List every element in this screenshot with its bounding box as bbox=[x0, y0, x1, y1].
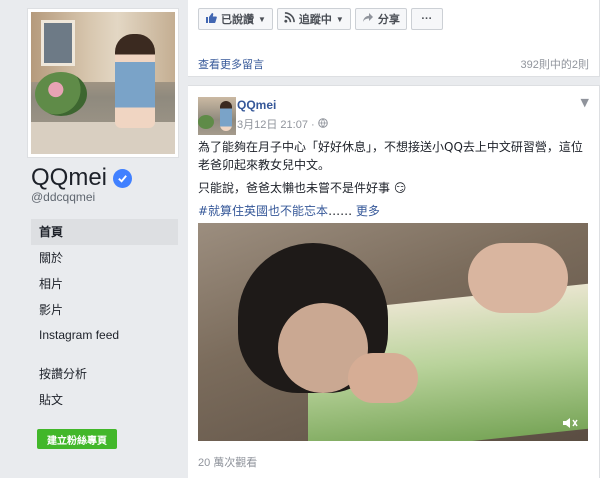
rss-icon bbox=[284, 12, 295, 26]
profile-photo bbox=[31, 12, 175, 154]
share-button-label: 分享 bbox=[377, 14, 400, 26]
share-arrow-icon bbox=[362, 12, 374, 26]
profile-picture[interactable] bbox=[27, 8, 179, 158]
author-avatar[interactable] bbox=[198, 97, 236, 135]
chevron-down-icon: ▼ bbox=[258, 14, 266, 24]
post-timestamp[interactable]: 3月12日 21:07 · bbox=[237, 116, 328, 132]
post-card: QQmei 3月12日 21:07 · ▼ 為了能夠在月子中心「好好休息」，不想… bbox=[188, 85, 600, 478]
thumbs-up-icon bbox=[205, 12, 217, 27]
nav-item-like-analytics[interactable]: 按讚分析 bbox=[31, 361, 178, 387]
video-view-count: 20 萬次觀看 bbox=[198, 457, 258, 469]
page-name-text[interactable]: QQmei bbox=[31, 164, 107, 192]
nav-item-home[interactable]: 首頁 bbox=[31, 219, 178, 245]
post-body: 為了能夠在月子中心「好好休息」，不想接送小QQ去上中文研習營，這位老爸卯起來教女… bbox=[198, 138, 593, 225]
sidebar-nav: 首頁 關於 相片 影片 Instagram feed 按讚分析 貼文 bbox=[31, 219, 178, 413]
see-more-link[interactable]: 更多 bbox=[356, 204, 380, 218]
share-button[interactable]: 分享 bbox=[354, 8, 407, 30]
comment-count: 392則中的2則 bbox=[520, 59, 589, 71]
globe-icon bbox=[317, 117, 328, 131]
nav-item-about[interactable]: 關於 bbox=[31, 245, 178, 271]
volume-muted-icon[interactable] bbox=[562, 415, 578, 429]
page-name[interactable]: QQmei bbox=[31, 164, 133, 192]
like-button[interactable]: 已說讚 ▼ bbox=[198, 8, 273, 30]
follow-button[interactable]: 追蹤中 ▼ bbox=[276, 8, 351, 30]
chevron-down-icon: ▼ bbox=[335, 14, 344, 24]
post-author-name[interactable]: QQmei bbox=[237, 98, 276, 112]
follow-button-label: 追蹤中 bbox=[298, 14, 332, 26]
page-username: @ddcqqmei bbox=[31, 190, 96, 204]
more-dots-icon: ··· bbox=[421, 13, 433, 25]
nav-item-photos[interactable]: 相片 bbox=[31, 271, 178, 297]
verified-badge-icon bbox=[113, 168, 133, 188]
post-text-paragraph-2: 只能說，爸爸太懶也未嘗不是件好事 😏 bbox=[198, 181, 407, 195]
nav-item-instagram-feed[interactable]: Instagram feed bbox=[31, 323, 178, 361]
left-column: QQmei @ddcqqmei 首頁 關於 相片 影片 Instagram fe… bbox=[0, 0, 188, 478]
post-options-chevron-icon[interactable]: ▼ bbox=[581, 96, 589, 109]
post-hashtag[interactable]: #就算住英國也不能忘本 bbox=[198, 204, 328, 218]
create-page-button[interactable]: 建立粉絲專頁 bbox=[37, 429, 117, 449]
post-actions: 已說讚 ▼ 追蹤中 ▼ 分享 ··· bbox=[198, 8, 443, 30]
like-button-label: 已說讚 bbox=[221, 14, 254, 26]
post-text-paragraph-1: 為了能夠在月子中心「好好休息」，不想接送小QQ去上中文研習營，這位老爸卯起來教女… bbox=[198, 140, 583, 172]
post-video[interactable] bbox=[198, 223, 588, 441]
nav-item-videos[interactable]: 影片 bbox=[31, 297, 178, 323]
see-more-comments-link[interactable]: 查看更多留言 bbox=[198, 56, 264, 72]
post-ellipsis: …… bbox=[328, 204, 353, 218]
post-hashtag-line: #就算住英國也不能忘本…… 更多 bbox=[198, 202, 593, 220]
nav-item-posts[interactable]: 貼文 bbox=[31, 387, 178, 413]
more-options-button[interactable]: ··· bbox=[410, 8, 443, 30]
post-time-text: 3月12日 21:07 · bbox=[237, 119, 315, 131]
previous-post-footer: 已說讚 ▼ 追蹤中 ▼ 分享 ··· 查看更多留言 392則中的2則 bbox=[188, 0, 600, 77]
